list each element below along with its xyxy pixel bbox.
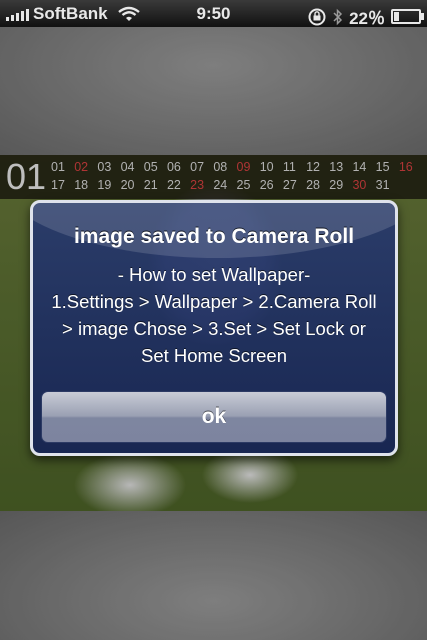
ok-button[interactable]: ok [41, 391, 387, 443]
status-bar: SoftBank 9:50 22％ [0, 0, 427, 28]
battery-percent: 22％ [349, 9, 385, 28]
orientation-lock-icon [308, 8, 326, 25]
alert-message: - How to set Wallpaper- 1.Settings > Wal… [51, 264, 377, 366]
bluetooth-icon [333, 8, 343, 25]
battery-icon [391, 9, 424, 24]
alert-title: image saved to Camera Roll [73, 225, 355, 248]
alert-dialog: image saved to Camera Roll - How to set … [30, 200, 398, 456]
